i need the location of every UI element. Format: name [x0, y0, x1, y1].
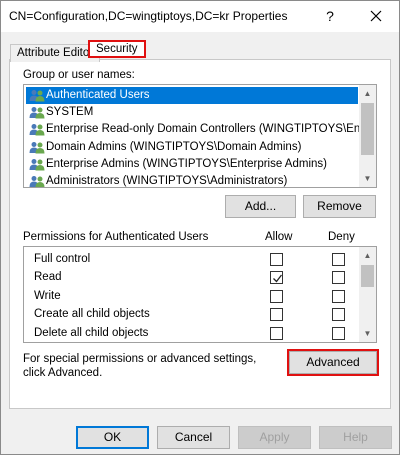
help-icon[interactable]: ? — [317, 3, 343, 29]
scroll-thumb[interactable] — [361, 103, 374, 155]
list-item[interactable]: Authenticated Users — [26, 87, 358, 104]
scroll-thumb[interactable] — [361, 265, 374, 287]
list-item-label: Administrators (WINGTIPTOYS\Administrato… — [46, 175, 288, 187]
list-item[interactable]: Enterprise Admins (WINGTIPTOYS\Enterpris… — [26, 156, 358, 173]
permissions-list: Full control Read Write Create all child ob… — [23, 246, 377, 343]
close-icon[interactable] — [361, 3, 391, 29]
remove-button[interactable]: Remove — [303, 195, 376, 218]
help-button[interactable]: Help — [319, 426, 392, 449]
user-group-icon — [29, 141, 45, 154]
user-group-icon — [29, 175, 45, 187]
permission-row: Create all child objects — [34, 305, 354, 323]
user-list-scrollbar[interactable]: ▲ ▼ — [359, 85, 376, 187]
permissions-label: Permissions for Authenticated Users — [23, 231, 209, 243]
allow-checkbox[interactable] — [270, 326, 283, 340]
ok-button[interactable]: OK — [76, 426, 149, 449]
allow-checkbox[interactable] — [270, 253, 283, 266]
deny-checkbox[interactable] — [332, 271, 345, 285]
group-user-names-label: Group or user names: — [23, 69, 135, 81]
cancel-button[interactable]: Cancel — [157, 426, 230, 449]
permission-name: Full control — [34, 253, 91, 265]
list-item-label: Enterprise Read-only Domain Controllers … — [46, 123, 374, 136]
allow-header: Allow — [265, 231, 293, 243]
permissions-scrollbar[interactable]: ▲ ▼ — [359, 247, 376, 342]
allow-checkbox[interactable] — [270, 271, 283, 285]
list-item-label: Enterprise Admins (WINGTIPTOYS\Enterpris… — [46, 157, 327, 170]
allow-checkbox[interactable] — [270, 308, 283, 322]
permission-row: Write — [34, 287, 354, 305]
deny-header: Deny — [328, 231, 355, 243]
deny-checkbox[interactable] — [332, 253, 345, 266]
scroll-up-icon[interactable]: ▲ — [359, 85, 376, 102]
list-item-label: SYSTEM — [46, 106, 94, 119]
list-item[interactable]: Enterprise Read-only Domain Controllers … — [26, 121, 373, 138]
permission-name: Delete all child objects — [34, 326, 149, 339]
scroll-down-icon[interactable]: ▼ — [359, 325, 376, 342]
apply-button[interactable]: Apply — [238, 426, 311, 449]
tab-attribute-editor[interactable]: Attribute Editor — [10, 44, 101, 62]
special-permissions-text: For special permissions or advanced sett… — [23, 353, 257, 379]
allow-checkbox[interactable] — [270, 289, 283, 303]
permission-name: Write — [34, 289, 61, 302]
deny-checkbox[interactable] — [332, 308, 345, 322]
user-group-icon — [29, 123, 45, 136]
permission-name: Create all child objects — [34, 308, 150, 321]
permission-row: Delete all child objects — [34, 324, 354, 342]
user-group-icon — [29, 106, 45, 119]
add-button[interactable]: Add... — [225, 195, 296, 218]
title-bar: CN=Configuration,DC=wingtiptoys,DC=kr Pr… — [1, 1, 399, 32]
scroll-down-icon[interactable]: ▼ — [359, 170, 376, 187]
permission-row: Read — [34, 268, 354, 286]
advanced-button[interactable]: Advanced — [287, 349, 379, 376]
list-item[interactable]: SYSTEM — [26, 104, 358, 121]
user-group-icon — [29, 89, 45, 102]
deny-checkbox[interactable] — [332, 289, 345, 303]
list-item-label: Domain Admins (WINGTIPTOYS\Domain Admins… — [46, 140, 302, 153]
list-item[interactable]: Administrators (WINGTIPTOYS\Administrato… — [26, 173, 358, 187]
scroll-up-icon[interactable]: ▲ — [359, 247, 376, 264]
list-item-label: Authenticated Users — [46, 89, 150, 101]
permission-name: Read — [34, 271, 62, 284]
list-item[interactable]: Domain Admins (WINGTIPTOYS\Domain Admins… — [26, 139, 358, 156]
user-group-icon — [29, 158, 45, 171]
tab-security[interactable]: Security — [88, 40, 146, 58]
properties-dialog: CN=Configuration,DC=wingtiptoys,DC=kr Pr… — [0, 0, 400, 455]
group-user-list[interactable]: Authenticated Users SYSTEM Enterprise Read… — [23, 84, 377, 188]
window-title: CN=Configuration,DC=wingtiptoys,DC=kr Pr… — [9, 9, 288, 23]
deny-checkbox[interactable] — [332, 326, 345, 340]
permission-row: Full control — [34, 250, 354, 268]
